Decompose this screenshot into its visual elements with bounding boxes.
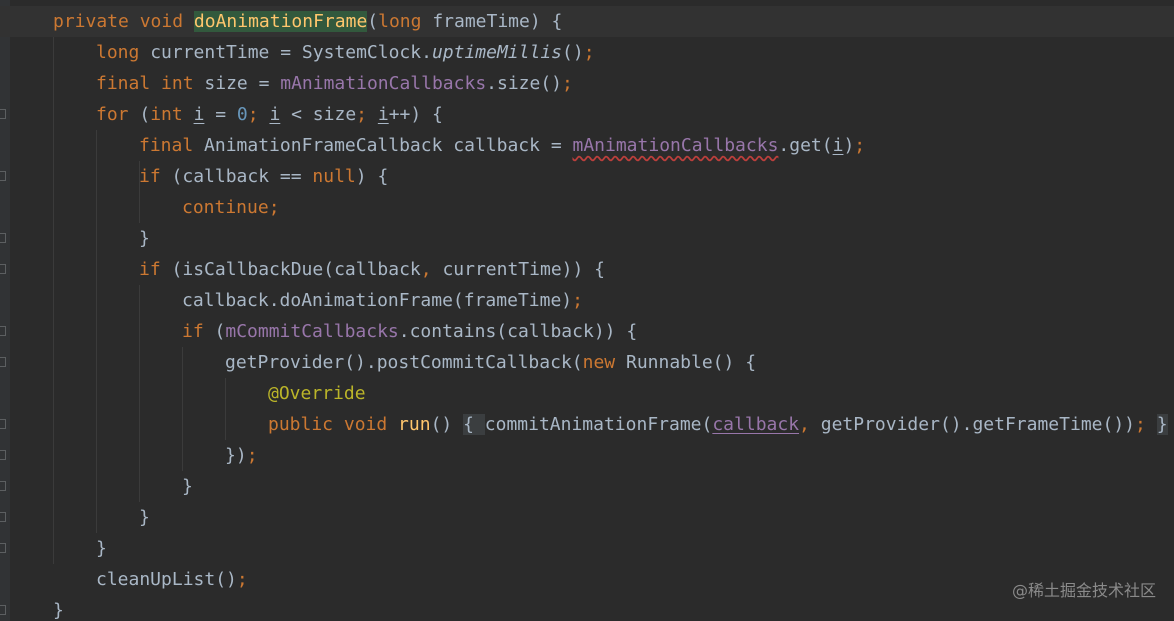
code-token: if [182, 321, 215, 342]
code-token: } [139, 228, 150, 249]
code-area[interactable]: private void doAnimationFrame(long frame… [0, 0, 1174, 621]
code-token: i [377, 104, 389, 125]
code-token: Runnable() { [625, 352, 757, 373]
code-token: if [139, 166, 172, 187]
code-token: final [96, 73, 162, 94]
code-token: = [204, 104, 237, 125]
code-token: @Override [268, 383, 366, 404]
code-token: () [430, 414, 464, 435]
code-token: } [139, 507, 150, 528]
code-token: mAnimationCallbacks [280, 73, 487, 94]
watermark: @稀土掘金技术社区 [1011, 581, 1156, 600]
code-line[interactable]: if (mCommitCallbacks.contains(callback))… [0, 316, 1174, 347]
code-line[interactable]: @Override [0, 378, 1174, 409]
code-token: ( [367, 11, 379, 32]
code-line[interactable]: private void doAnimationFrame(long frame… [0, 6, 1174, 37]
code-token: int [161, 73, 205, 94]
code-line[interactable]: } [0, 595, 1174, 621]
code-token: getProvider().postCommitCallback( [225, 352, 583, 373]
code-token: ( [139, 104, 151, 125]
code-line[interactable]: if (callback == null) { [0, 161, 1174, 192]
code-token: currentTime)) { [442, 259, 606, 280]
code-token: ; [562, 73, 573, 94]
code-token: long [96, 42, 151, 63]
code-token: long [378, 11, 433, 32]
code-token: cleanUpList() [96, 569, 237, 590]
code-line[interactable]: final AnimationFrameCallback callback = … [0, 130, 1174, 161]
code-token: size = [204, 73, 281, 94]
code-token: int [150, 104, 194, 125]
code-token: new [582, 352, 626, 373]
code-token: } [96, 538, 107, 559]
code-token: AnimationFrameCallback callback = [204, 135, 573, 156]
code-token: frameTime) { [432, 11, 563, 32]
code-line[interactable]: public void run() { commitAnimationFrame… [0, 409, 1174, 440]
code-token: ) [843, 135, 855, 156]
code-token: (callback == [171, 166, 313, 187]
code-token: commitAnimationFrame( [484, 414, 713, 435]
code-token: (isCallbackDue(callback [171, 259, 421, 280]
code-line[interactable]: for (int i = 0; i < size; i++) { [0, 99, 1174, 130]
code-line[interactable]: }); [0, 440, 1174, 471]
code-token: i [269, 104, 281, 125]
code-line[interactable]: getProvider().postCommitCallback(new Run… [0, 347, 1174, 378]
code-line[interactable]: long currentTime = SystemClock.uptimeMil… [0, 37, 1174, 68]
code-line[interactable]: } [0, 502, 1174, 533]
code-token: uptimeMillis [431, 42, 562, 63]
code-token: .get( [778, 135, 833, 156]
code-token: ; [854, 135, 866, 156]
code-token: ++) { [388, 104, 443, 125]
code-line[interactable]: if (isCallbackDue(callback, currentTime)… [0, 254, 1174, 285]
code-token: }) [225, 445, 247, 466]
code-token: } [53, 600, 64, 621]
code-token: ; [356, 104, 378, 125]
code-token: run [398, 414, 431, 435]
code-token: ) { [355, 166, 389, 187]
code-line[interactable]: cleanUpList(); [0, 564, 1174, 595]
code-token: ; [572, 290, 583, 311]
code-line[interactable]: } [0, 533, 1174, 564]
code-token: for [96, 104, 140, 125]
code-token: } [182, 476, 193, 497]
code-token: .size() [486, 73, 563, 94]
code-token: public [268, 414, 344, 435]
code-token: < size [280, 104, 357, 125]
code-token: ; [236, 569, 248, 590]
code-token: private [53, 11, 140, 32]
code-token: getProvider().getFrameTime()) [820, 414, 1136, 435]
code-token: , [799, 414, 821, 435]
code-token: i [193, 104, 205, 125]
code-token: final [139, 135, 205, 156]
code-token: callback [712, 414, 800, 435]
code-token: ( [214, 321, 226, 342]
code-line[interactable]: } [0, 471, 1174, 502]
code-token: ; [583, 42, 595, 63]
code-token: mAnimationCallbacks [572, 135, 779, 156]
code-token: null [312, 166, 356, 187]
code-token: doAnimationFrame [193, 11, 368, 32]
code-token: if [139, 259, 172, 280]
code-token: ; [246, 445, 258, 466]
code-token: void [343, 414, 399, 435]
code-token: ; [247, 104, 270, 125]
code-token: mCommitCallbacks [225, 321, 399, 342]
code-token: 0 [236, 104, 248, 125]
code-token: } [1156, 414, 1168, 435]
code-editor[interactable]: private void doAnimationFrame(long frame… [0, 0, 1174, 621]
code-token: { [463, 414, 485, 435]
code-token: void [139, 11, 194, 32]
code-token: i [832, 135, 844, 156]
code-line[interactable]: final int size = mAnimationCallbacks.siz… [0, 68, 1174, 99]
code-token: continue; [182, 197, 280, 218]
code-line[interactable]: callback.doAnimationFrame(frameTime); [0, 285, 1174, 316]
code-token: .contains(callback)) { [398, 321, 638, 342]
code-token: ; [1135, 414, 1157, 435]
code-token: callback.doAnimationFrame(frameTime) [182, 290, 573, 311]
code-line[interactable]: } [0, 223, 1174, 254]
code-token: currentTime = SystemClock. [150, 42, 432, 63]
code-token: () [562, 42, 584, 63]
code-token: , [420, 259, 443, 280]
code-line[interactable]: continue; [0, 192, 1174, 223]
